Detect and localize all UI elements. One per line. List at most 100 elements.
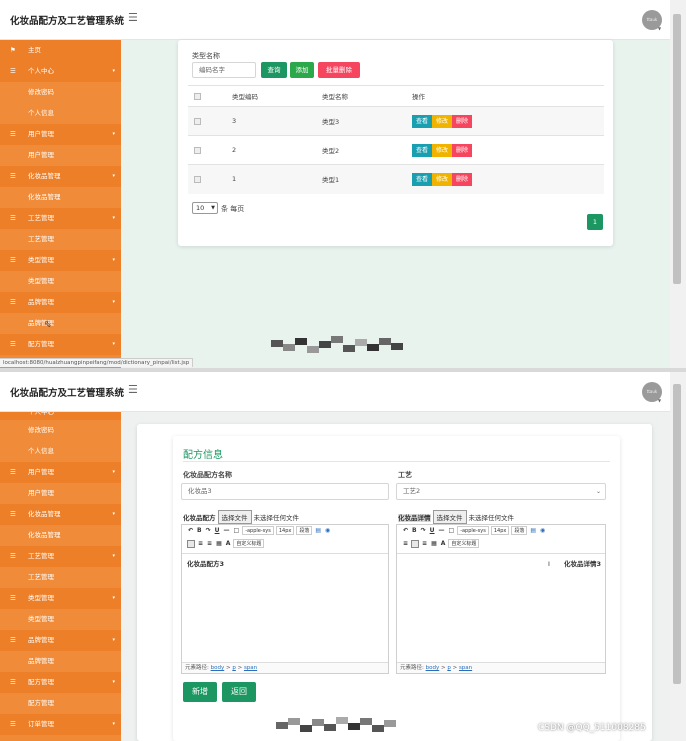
scrollbar-thumb[interactable]: [673, 384, 681, 684]
editor-content[interactable]: I 化妆品详情3: [397, 553, 605, 661]
align-center-icon[interactable]: ≡: [198, 540, 203, 547]
vertical-scrollbar[interactable]: [670, 0, 686, 368]
bold-icon[interactable]: B: [197, 527, 202, 534]
view-button[interactable]: 查看: [412, 114, 433, 128]
undo-icon[interactable]: ↶: [403, 527, 408, 534]
edit-button[interactable]: 修改: [432, 114, 453, 128]
view-button[interactable]: 查看: [412, 143, 433, 157]
formula-name-input[interactable]: 化妆品3: [181, 483, 389, 500]
sidebar-item-formula-mgmt[interactable]: ☰ 配方管理 ▾: [0, 334, 121, 355]
scrollbar-thumb[interactable]: [673, 14, 681, 284]
sidebar-item-brand-mgmt-child[interactable]: 品牌管理: [0, 651, 121, 672]
sidebar-item-cosmetic-mgmt[interactable]: ☰ 化妆品管理 ▾: [0, 504, 121, 525]
sidebar-item-brand-mgmt[interactable]: ☰ 品牌管理 ▾: [0, 630, 121, 651]
table-icon[interactable]: ▤: [315, 527, 321, 534]
query-button[interactable]: 查询: [261, 62, 287, 78]
sidebar-item-process-mgmt-child[interactable]: 工艺管理: [0, 229, 121, 250]
delete-button[interactable]: 删除: [452, 172, 473, 186]
paragraph-select[interactable]: 段落: [296, 526, 313, 535]
document-icon[interactable]: □: [449, 527, 455, 534]
font-size-select[interactable]: 14px: [490, 526, 510, 535]
save-button[interactable]: 新增: [183, 682, 217, 702]
choose-file-button[interactable]: 选择文件: [217, 510, 252, 524]
edit-button[interactable]: 修改: [432, 143, 453, 157]
sidebar-item-personal-center[interactable]: 个人中心: [0, 412, 121, 420]
sidebar-item-home[interactable]: ⚑ 主页: [0, 40, 121, 61]
underline-icon[interactable]: U: [215, 527, 220, 534]
font-family-select[interactable]: -apple-sys: [242, 526, 274, 535]
formula-rich-editor[interactable]: ↶ B ↷ U — □ -apple-sys 14px 段落 ▤ ◉ ≡ ≡ ▦ A 自定义标题 化妆品配方…: [181, 524, 389, 674]
sidebar-item-personal-info[interactable]: 个人信息: [0, 103, 121, 124]
globe-icon[interactable]: ◉: [325, 527, 330, 534]
select-all-checkbox[interactable]: [194, 92, 201, 100]
menu-toggle-icon[interactable]: ☰: [128, 11, 138, 24]
sidebar-item-user-mgmt[interactable]: ☰ 用户管理 ▾: [0, 462, 121, 483]
pagination-page-1[interactable]: 1: [587, 214, 603, 230]
sidebar-item-order-mgmt[interactable]: ☰ 订单管理 ▾: [0, 714, 121, 735]
chevron-down-icon[interactable]: ▼: [658, 26, 661, 31]
align-right-icon[interactable]: ≡: [422, 540, 427, 547]
sidebar-item-formula-mgmt-child[interactable]: 配方管理: [0, 693, 121, 714]
sidebar-item-process-mgmt[interactable]: ☰ 工艺管理 ▾: [0, 546, 121, 567]
paragraph-select[interactable]: 段落: [511, 526, 528, 535]
choose-file-button[interactable]: 选择文件: [432, 510, 467, 524]
row-checkbox[interactable]: [194, 146, 201, 154]
sidebar-item-cosmetic-mgmt[interactable]: ☰ 化妆品管理 ▾: [0, 166, 121, 187]
bold-icon[interactable]: B: [412, 527, 417, 534]
align-left-icon[interactable]: [187, 539, 195, 548]
horizontal-rule-icon[interactable]: —: [224, 527, 230, 534]
sidebar-item-change-password[interactable]: 修改密码: [0, 420, 121, 441]
row-checkbox[interactable]: [194, 175, 201, 183]
sidebar-item-type-mgmt-child[interactable]: 类型管理: [0, 609, 121, 630]
sidebar-item-user-mgmt-child[interactable]: 用户管理: [0, 145, 121, 166]
detail-rich-editor[interactable]: ↶ B ↷ U — □ -apple-sys 14px 段落 ▤ ◉ ≡ ≡ ▦ A 自定义标题 I 化妆品详…: [396, 524, 606, 674]
sidebar-item-type-mgmt[interactable]: ☰ 类型管理 ▾: [0, 588, 121, 609]
sidebar-item-brand-mgmt-child[interactable]: 品牌管理 ⬁: [0, 313, 121, 334]
delete-button[interactable]: 删除: [452, 143, 473, 157]
horizontal-rule-icon[interactable]: —: [439, 527, 445, 534]
sidebar-item-user-mgmt[interactable]: ☰ 用户管理 ▾: [0, 124, 121, 145]
table-icon[interactable]: ▤: [530, 527, 536, 534]
redo-icon[interactable]: ↷: [206, 527, 211, 534]
menu-toggle-icon[interactable]: ☰: [128, 383, 138, 396]
sidebar-item-personal-center[interactable]: ☰ 个人中心 ▾: [0, 61, 121, 82]
sidebar-item-brand-mgmt[interactable]: ☰ 品牌管理 ▾: [0, 292, 121, 313]
sidebar-item-type-mgmt[interactable]: ☰ 类型管理 ▾: [0, 250, 121, 271]
process-select[interactable]: 工艺2 ⌄: [396, 483, 606, 500]
sidebar-item-user-mgmt-child[interactable]: 用户管理: [0, 483, 121, 504]
sidebar-item-process-mgmt[interactable]: ☰ 工艺管理 ▾: [0, 208, 121, 229]
custom-title-select[interactable]: 自定义标题: [448, 539, 480, 548]
sidebar-item-cosmetic-mgmt-child[interactable]: 化妆品管理: [0, 187, 121, 208]
redo-icon[interactable]: ↷: [421, 527, 426, 534]
document-icon[interactable]: □: [234, 527, 240, 534]
delete-button[interactable]: 删除: [452, 114, 473, 128]
chevron-down-icon[interactable]: ▼: [658, 398, 661, 403]
align-right-icon[interactable]: ≡: [207, 540, 212, 547]
sidebar-item-change-password[interactable]: 修改密码: [0, 82, 121, 103]
sidebar-item-formula-mgmt[interactable]: ☰ 配方管理 ▾: [0, 672, 121, 693]
font-family-select[interactable]: -apple-sys: [457, 526, 489, 535]
font-size-select[interactable]: 14px: [275, 526, 295, 535]
search-input[interactable]: 编码名字: [192, 62, 256, 78]
sidebar-item-personal-info[interactable]: 个人信息: [0, 441, 121, 462]
back-button[interactable]: 返回: [222, 682, 256, 702]
sidebar-item-process-mgmt-child[interactable]: 工艺管理: [0, 567, 121, 588]
batch-delete-button[interactable]: 批量删除: [318, 62, 360, 78]
page-size-select[interactable]: 10 ▼: [192, 202, 218, 214]
align-justify-icon[interactable]: ▦: [431, 540, 437, 547]
sidebar-item-cosmetic-mgmt-child[interactable]: 化妆品管理: [0, 525, 121, 546]
align-center-icon[interactable]: [411, 539, 420, 548]
globe-icon[interactable]: ◉: [540, 527, 545, 534]
underline-icon[interactable]: U: [430, 527, 435, 534]
add-button[interactable]: 添加: [290, 62, 314, 78]
row-checkbox[interactable]: [194, 117, 201, 125]
sidebar-item-type-mgmt-child[interactable]: 类型管理: [0, 271, 121, 292]
font-color-icon[interactable]: A: [441, 540, 446, 547]
align-justify-icon[interactable]: ▦: [216, 540, 222, 547]
editor-content[interactable]: 化妆品配方3: [182, 553, 388, 661]
vertical-scrollbar[interactable]: [670, 372, 686, 741]
edit-button[interactable]: 修改: [432, 172, 453, 186]
view-button[interactable]: 查看: [412, 172, 433, 186]
align-left-icon[interactable]: ≡: [403, 540, 408, 547]
undo-icon[interactable]: ↶: [188, 527, 193, 534]
